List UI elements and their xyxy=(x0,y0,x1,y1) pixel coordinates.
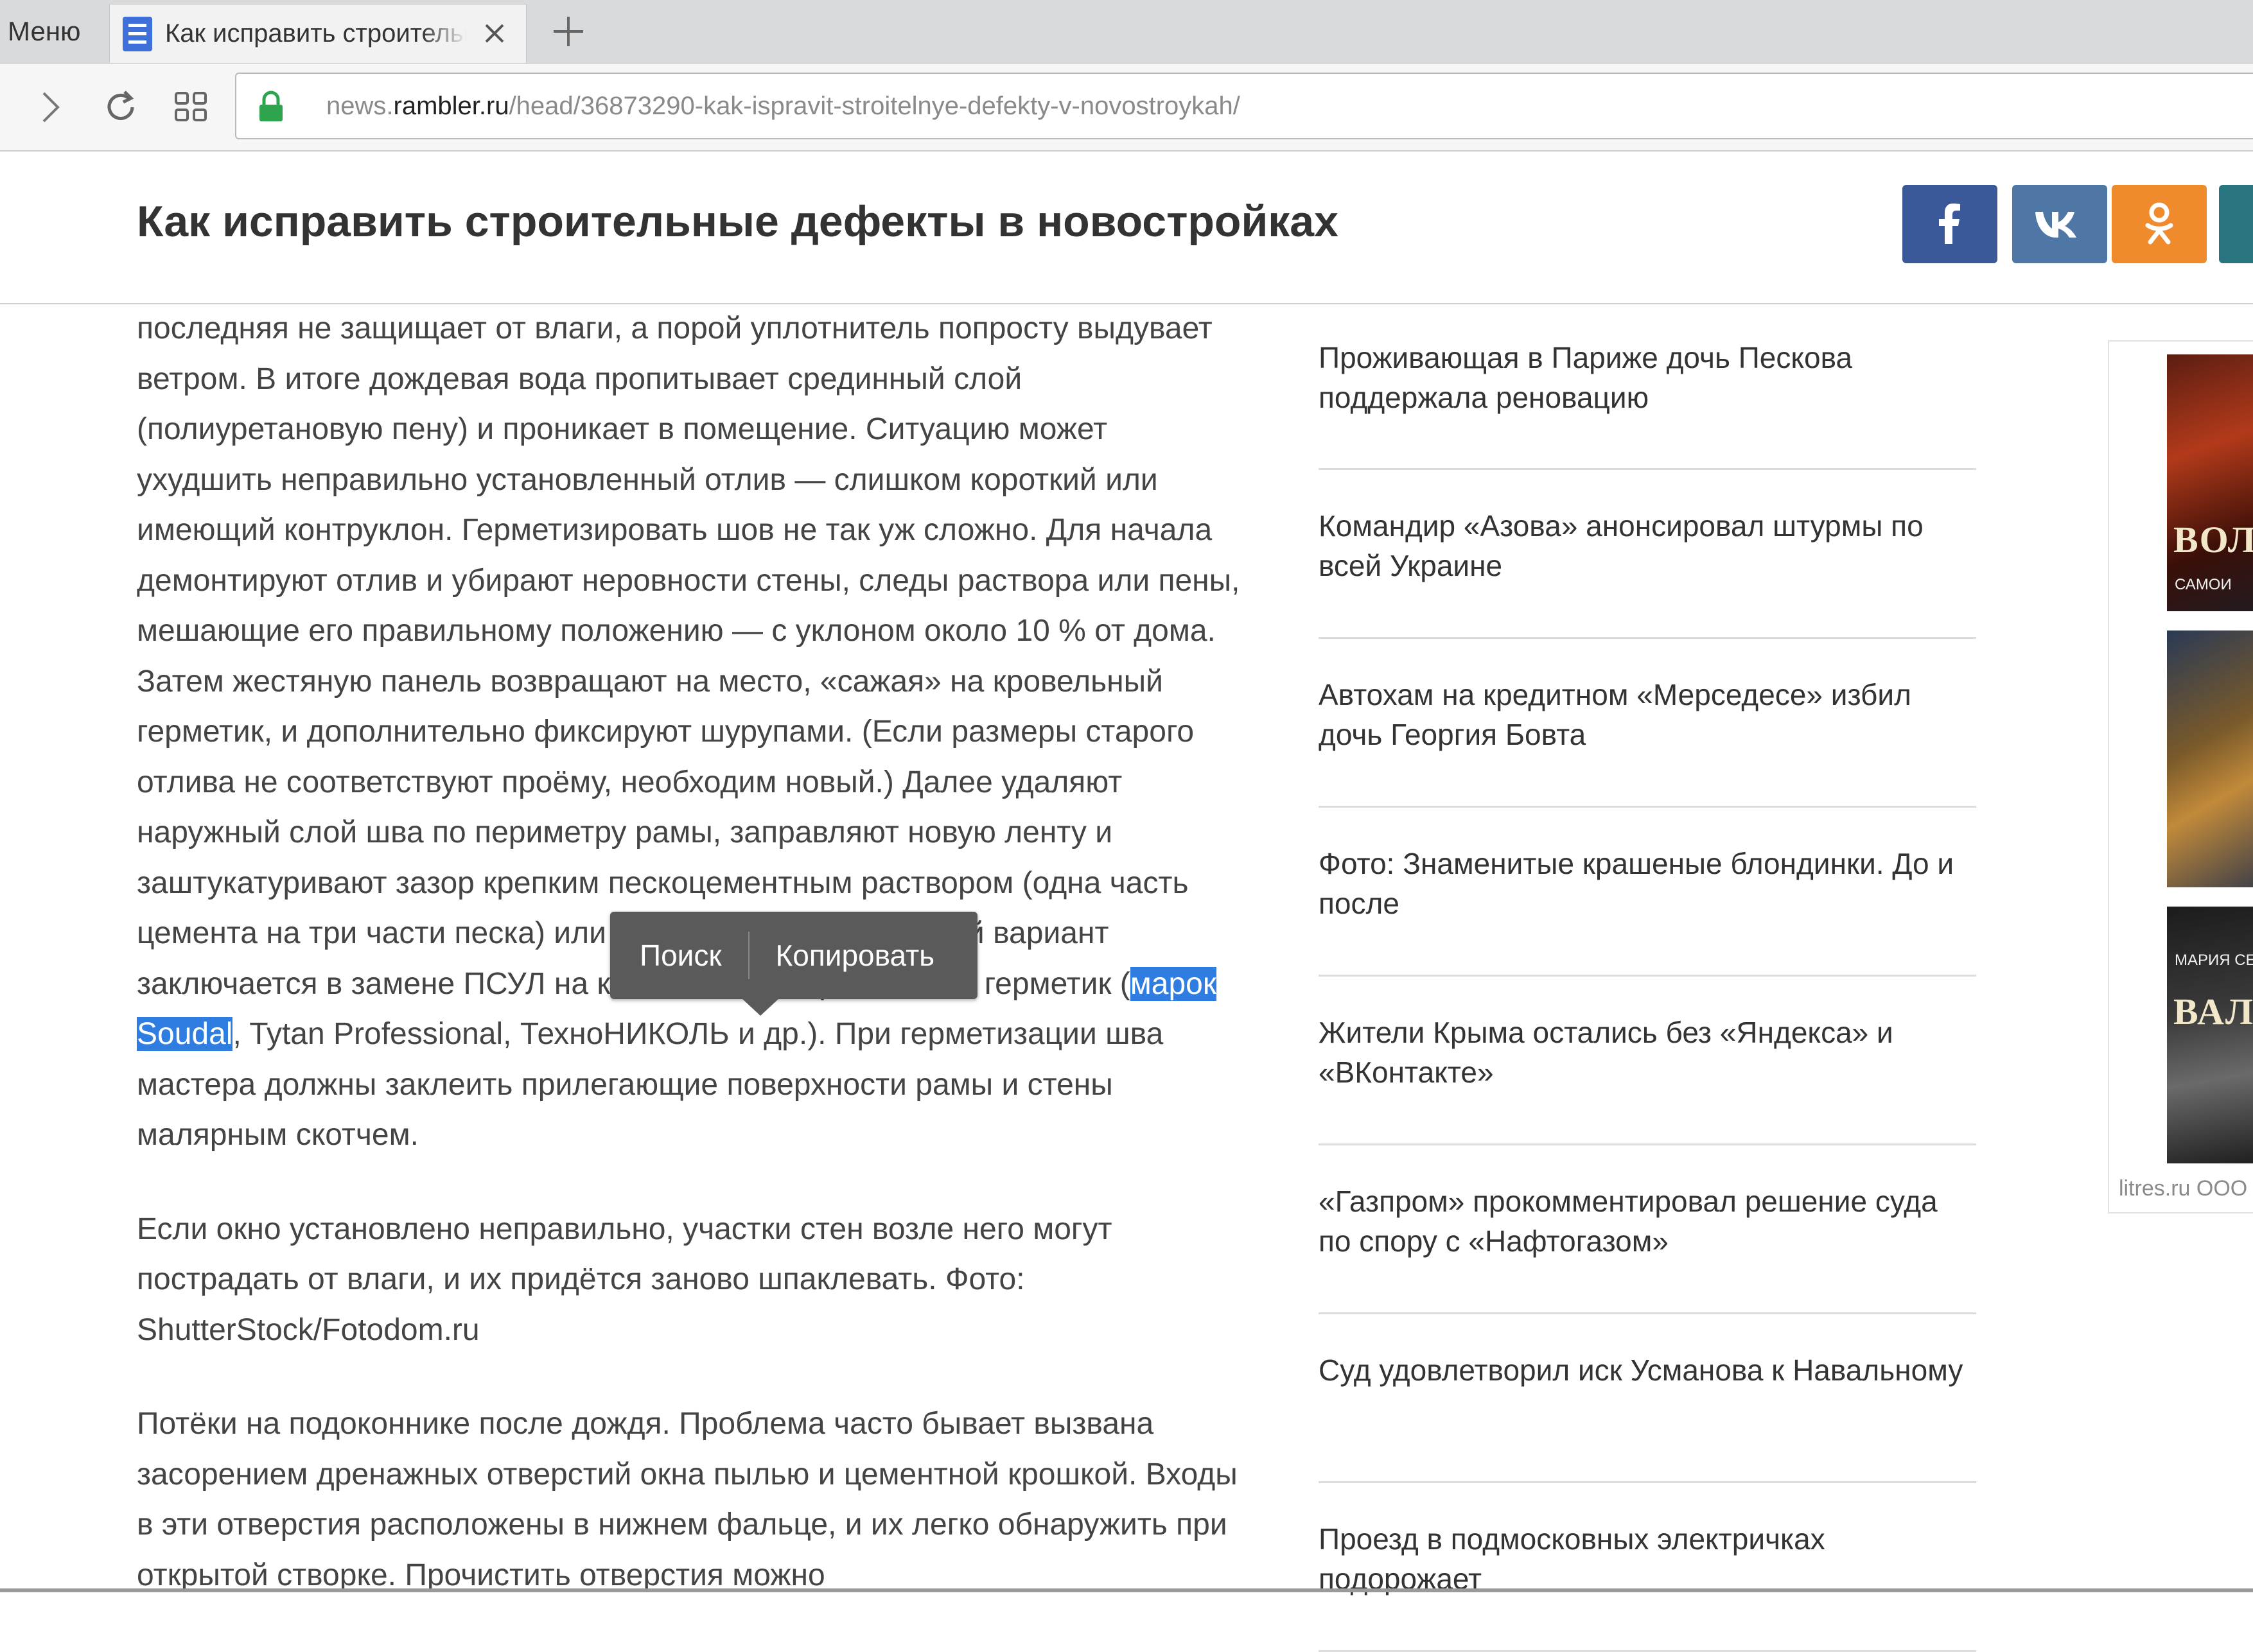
active-tab[interactable]: Как исправить строительные дефекты в нов… xyxy=(109,4,527,63)
book-cover[interactable]: МАРИЯ СЕМЁНОВА ВАЛЬ xyxy=(2167,907,2253,1163)
context-search-button[interactable]: Поиск xyxy=(610,912,748,999)
news-item[interactable]: Жители Крыма остались без «Яндекса» и «В… xyxy=(1319,977,1976,1145)
book-cover-subtitle: САМОИ xyxy=(2175,576,2232,593)
odnoklassniki-icon xyxy=(2145,202,2173,245)
related-news-list: Проживающая в Париже дочь Пескова поддер… xyxy=(1319,302,1976,1652)
close-icon[interactable] xyxy=(478,17,511,49)
book-cover-title: ВОЛК xyxy=(2173,519,2253,561)
news-item[interactable]: «Газпром» прокомментировал решение суда … xyxy=(1319,1145,1976,1314)
tab-bar: Меню Как исправить строительные дефекты … xyxy=(0,0,2253,64)
forward-icon[interactable] xyxy=(26,83,75,132)
share-more-button[interactable] xyxy=(2219,185,2253,263)
news-item[interactable]: Командир «Азова» анонсировал штурмы по в… xyxy=(1319,470,1976,639)
news-item[interactable]: Проезд в подмосковных электричках подоро… xyxy=(1319,1483,1976,1652)
new-tab-plus-icon[interactable] xyxy=(546,9,591,54)
reload-icon[interactable] xyxy=(96,83,145,132)
news-item[interactable]: Суд удовлетворил иск Усманова к Навально… xyxy=(1319,1314,1976,1483)
facebook-icon xyxy=(1939,204,1960,244)
news-item[interactable]: Автохам на кредитном «Мерседесе» избил д… xyxy=(1319,639,1976,808)
ad-source-label[interactable]: litres.ru ООО xyxy=(2119,1176,2247,1201)
page-title: Как исправить строительные дефекты в нов… xyxy=(137,197,1338,246)
address-bar-row: news.rambler.ru/head/36873290-kak-isprav… xyxy=(0,64,2253,152)
selection-context-menu: Поиск Копировать xyxy=(610,912,977,1016)
document-icon xyxy=(123,16,152,51)
article-paragraph: Потёки на подоконнике после дождя. Пробл… xyxy=(137,1407,1238,1592)
window-bottom-edge xyxy=(0,1588,2253,1592)
article-paragraph: Если окно установлено неправильно, участ… xyxy=(137,1212,1112,1347)
url-text: news.rambler.ru/head/36873290-kak-isprav… xyxy=(326,92,1240,120)
share-odnoklassniki-button[interactable] xyxy=(2112,185,2207,263)
share-facebook-button[interactable] xyxy=(1902,185,1997,263)
context-copy-button[interactable]: Копировать xyxy=(750,912,934,999)
vk-icon xyxy=(2035,212,2076,238)
news-item[interactable]: Фото: Знаменитые крашеные блондинки. До … xyxy=(1319,808,1976,977)
url-input[interactable]: news.rambler.ru/head/36873290-kak-isprav… xyxy=(235,73,2253,139)
lock-icon[interactable] xyxy=(256,91,286,123)
browser-menu-button[interactable]: Меню xyxy=(0,0,106,63)
book-cover-title: ВАЛЬ xyxy=(2173,991,2253,1032)
book-ad-block: ВОЛК САМОИ МАРИЯ СЕМЁНОВА ВАЛЬ litres.ru… xyxy=(2108,340,2253,1213)
book-cover[interactable]: ВОЛК САМОИ xyxy=(2167,354,2253,611)
tab-title: Как исправить строительные дефекты в нов… xyxy=(165,19,467,48)
news-item[interactable]: Проживающая в Париже дочь Пескова поддер… xyxy=(1319,302,1976,470)
share-icon xyxy=(2245,205,2253,243)
article-paragraph: последняя не защищает от влаги, а порой … xyxy=(137,311,1240,1152)
article-header: Как исправить строительные дефекты в нов… xyxy=(0,152,2253,304)
book-cover[interactable] xyxy=(2167,630,2253,887)
share-vk-button[interactable] xyxy=(2012,185,2107,263)
speed-dial-grid-icon[interactable] xyxy=(167,83,216,132)
book-cover-author: МАРИЯ СЕМЁНОВА xyxy=(2175,952,2253,969)
